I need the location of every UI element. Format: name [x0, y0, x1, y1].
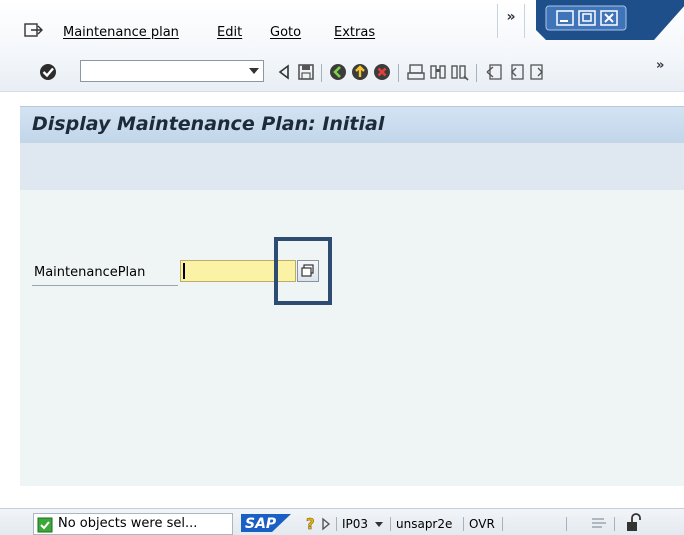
expand-triangle-icon[interactable]: [321, 517, 331, 531]
value-help-highlight-box: [274, 237, 332, 305]
back-green-icon[interactable]: [328, 62, 348, 82]
command-dropdown-arrow-icon[interactable]: [249, 68, 259, 74]
find-next-icon[interactable]: [450, 62, 470, 82]
toolbar-overflow-button[interactable]: »: [656, 58, 664, 73]
sap-logo: SAP: [241, 513, 291, 533]
next-page-icon[interactable]: [528, 62, 548, 82]
menu-goto[interactable]: Goto: [270, 25, 301, 40]
lock-icon[interactable]: [626, 513, 642, 533]
status-separator: [614, 517, 615, 531]
window-controls: [536, 0, 684, 40]
insert-mode[interactable]: OVR: [469, 517, 495, 531]
success-check-icon: [37, 517, 53, 533]
status-separator: [336, 517, 337, 531]
application-toolbar: [20, 142, 684, 190]
status-separator: [502, 517, 503, 531]
menu-exit-icon[interactable]: [24, 22, 44, 38]
menu-overflow-button[interactable]: »: [497, 4, 525, 38]
print-icon[interactable]: [406, 62, 426, 82]
maximize-icon[interactable]: [578, 10, 596, 26]
menu-maintenance-plan[interactable]: Maintenance plan: [63, 25, 179, 40]
exit-yellow-icon[interactable]: [350, 62, 370, 82]
svg-text:?: ?: [306, 515, 315, 531]
menu-bar: Maintenance plan Edit Goto Extras »: [0, 0, 684, 52]
transaction-dropdown-icon[interactable]: [374, 521, 384, 529]
status-separator: [566, 517, 567, 531]
enter-check-icon[interactable]: [38, 62, 58, 82]
menu-extras[interactable]: Extras: [334, 25, 375, 40]
page-title: Display Maintenance Plan: Initial: [32, 113, 385, 135]
screen-title-bar: Display Maintenance Plan: Initial: [20, 106, 684, 142]
command-field[interactable]: [80, 60, 264, 82]
main-content: MaintenancePlan: [20, 190, 684, 486]
label-underline: [32, 285, 178, 286]
transaction-code[interactable]: IP03: [342, 517, 368, 531]
find-icon[interactable]: [428, 62, 448, 82]
status-bar: No objects were sel... SAP ? IP03 unsapr…: [0, 508, 684, 535]
menu-edit[interactable]: Edit: [217, 25, 242, 40]
cancel-red-icon[interactable]: [372, 62, 392, 82]
first-page-icon[interactable]: [484, 62, 504, 82]
close-icon[interactable]: [600, 10, 618, 26]
minimize-icon[interactable]: [556, 10, 574, 26]
back-triangle-icon[interactable]: [274, 62, 294, 82]
standard-toolbar: »: [0, 52, 684, 92]
status-message[interactable]: No objects were sel...: [33, 513, 233, 535]
maintenance-plan-label: MaintenancePlan: [34, 265, 146, 280]
previous-page-icon[interactable]: [506, 62, 526, 82]
help-icon[interactable]: ?: [305, 515, 319, 531]
server-name: unsapr2e: [396, 517, 453, 531]
text-cursor: [183, 263, 185, 279]
toolbar-separator: [476, 64, 477, 82]
status-separator: [463, 517, 464, 531]
toolbar-separator: [398, 64, 399, 82]
status-message-text: No objects were sel...: [58, 516, 198, 531]
connection-icon[interactable]: [590, 515, 608, 531]
save-icon[interactable]: [296, 62, 316, 82]
svg-text:SAP: SAP: [245, 516, 277, 532]
status-separator: [390, 517, 391, 531]
command-input[interactable]: [81, 61, 241, 81]
toolbar-separator: [321, 64, 322, 82]
